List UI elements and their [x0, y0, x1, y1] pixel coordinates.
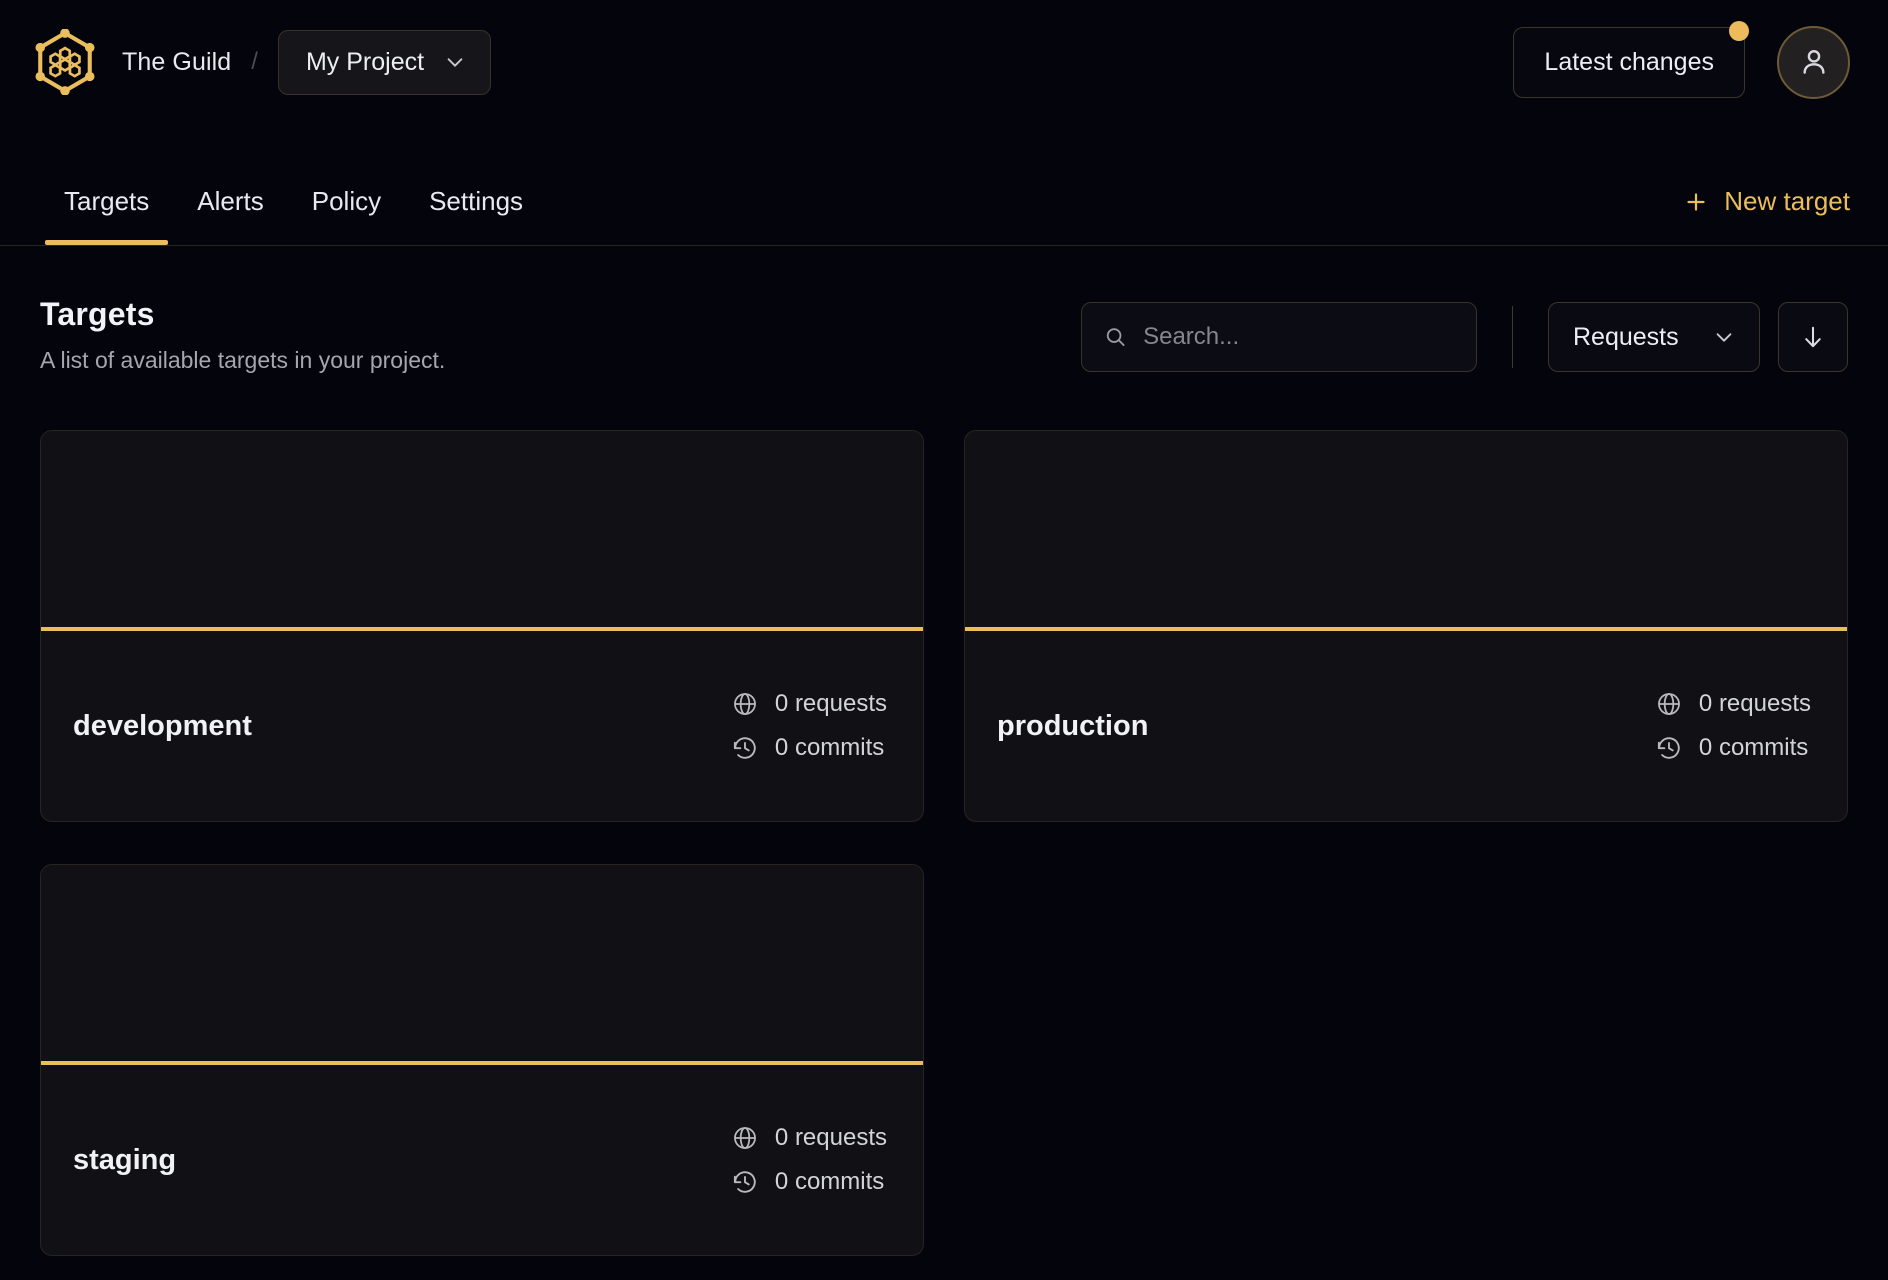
target-card-body: staging 0 requests 0 commits: [41, 1065, 923, 1255]
target-name: development: [73, 709, 252, 742]
target-commits-stat: 0 commits: [731, 1168, 887, 1196]
search-input[interactable]: [1143, 323, 1454, 351]
project-selector[interactable]: My Project: [277, 29, 492, 95]
history-icon: [1657, 737, 1680, 759]
tab-settings[interactable]: Settings: [405, 186, 547, 245]
target-card-development[interactable]: development 0 requests 0 commits: [40, 430, 924, 822]
history-icon: [733, 737, 756, 759]
arrow-down-icon: [1805, 326, 1821, 348]
search-box[interactable]: [1081, 302, 1477, 372]
breadcrumb-separator: /: [251, 48, 258, 75]
target-stats: 0 requests 0 commits: [731, 1124, 887, 1196]
top-bar: The Guild / My Project Latest changes: [0, 0, 1888, 124]
targets-grid: development 0 requests 0 commits product…: [40, 430, 1848, 1256]
target-requests-stat: 0 requests: [1655, 690, 1811, 718]
page-subtitle: A list of available targets in your proj…: [40, 347, 446, 373]
sort-field-select-label: Requests: [1573, 322, 1679, 351]
history-icon: [733, 1171, 756, 1193]
search-icon: [1106, 328, 1125, 346]
target-commits-label: 0 commits: [774, 1168, 885, 1195]
target-commits-label: 0 commits: [1698, 734, 1809, 761]
org-name[interactable]: The Guild: [122, 48, 231, 77]
breadcrumb: The Guild / My Project: [32, 29, 492, 95]
target-commits-stat: 0 commits: [731, 734, 887, 762]
tab-policy[interactable]: Policy: [288, 186, 405, 245]
target-card-chart: [965, 431, 1847, 627]
project-selector-label: My Project: [305, 47, 425, 76]
target-requests-label: 0 requests: [1698, 690, 1811, 717]
target-card-chart: [41, 431, 923, 627]
content-header: Targets A list of available targets in y…: [40, 246, 1848, 374]
tab-targets[interactable]: Targets: [40, 186, 173, 245]
latest-changes-button[interactable]: Latest changes: [1513, 26, 1745, 98]
new-target-button[interactable]: New target: [1684, 186, 1850, 245]
target-commits-label: 0 commits: [774, 734, 885, 761]
globe-icon: [734, 693, 756, 715]
page-title: Targets: [40, 296, 155, 332]
target-stats: 0 requests 0 commits: [1655, 690, 1811, 762]
target-requests-label: 0 requests: [774, 1124, 887, 1151]
target-requests-stat: 0 requests: [731, 690, 887, 718]
user-icon: [1802, 50, 1825, 74]
target-name: staging: [73, 1143, 177, 1176]
notification-dot-icon: [1729, 20, 1749, 41]
toolbar: Requests: [1081, 296, 1848, 372]
sort-direction-button[interactable]: [1778, 302, 1848, 372]
toolbar-divider: [1512, 306, 1513, 368]
tab-list: Targets Alerts Policy Settings: [40, 186, 547, 245]
page-heading-group: Targets A list of available targets in y…: [40, 296, 445, 374]
avatar[interactable]: [1777, 25, 1850, 99]
tab-alerts[interactable]: Alerts: [173, 186, 287, 245]
target-card-staging[interactable]: staging 0 requests 0 commits: [40, 864, 924, 1256]
main-content: Targets A list of available targets in y…: [0, 246, 1888, 1256]
top-bar-actions: Latest changes: [1513, 20, 1850, 99]
target-requests-stat: 0 requests: [731, 1124, 887, 1152]
target-card-body: development 0 requests 0 commits: [41, 631, 923, 821]
tab-bar: Targets Alerts Policy Settings New targe…: [0, 124, 1888, 246]
sort-field-select[interactable]: Requests: [1548, 302, 1760, 372]
plus-icon: [1687, 192, 1705, 211]
target-commits-stat: 0 commits: [1655, 734, 1811, 762]
target-stats: 0 requests 0 commits: [731, 690, 887, 762]
chevron-down-icon: [1716, 333, 1732, 342]
target-card-body: production 0 requests 0 commits: [965, 631, 1847, 821]
target-card-chart: [41, 865, 923, 1061]
latest-changes-wrapper: Latest changes: [1513, 20, 1749, 98]
globe-icon: [734, 1127, 756, 1149]
hive-hexagon-logo-icon[interactable]: [32, 29, 98, 95]
globe-icon: [1658, 693, 1680, 715]
target-card-production[interactable]: production 0 requests 0 commits: [964, 430, 1848, 822]
new-target-label: New target: [1724, 186, 1850, 216]
target-requests-label: 0 requests: [774, 690, 887, 717]
chevron-down-icon: [447, 58, 463, 67]
target-name: production: [997, 709, 1149, 742]
